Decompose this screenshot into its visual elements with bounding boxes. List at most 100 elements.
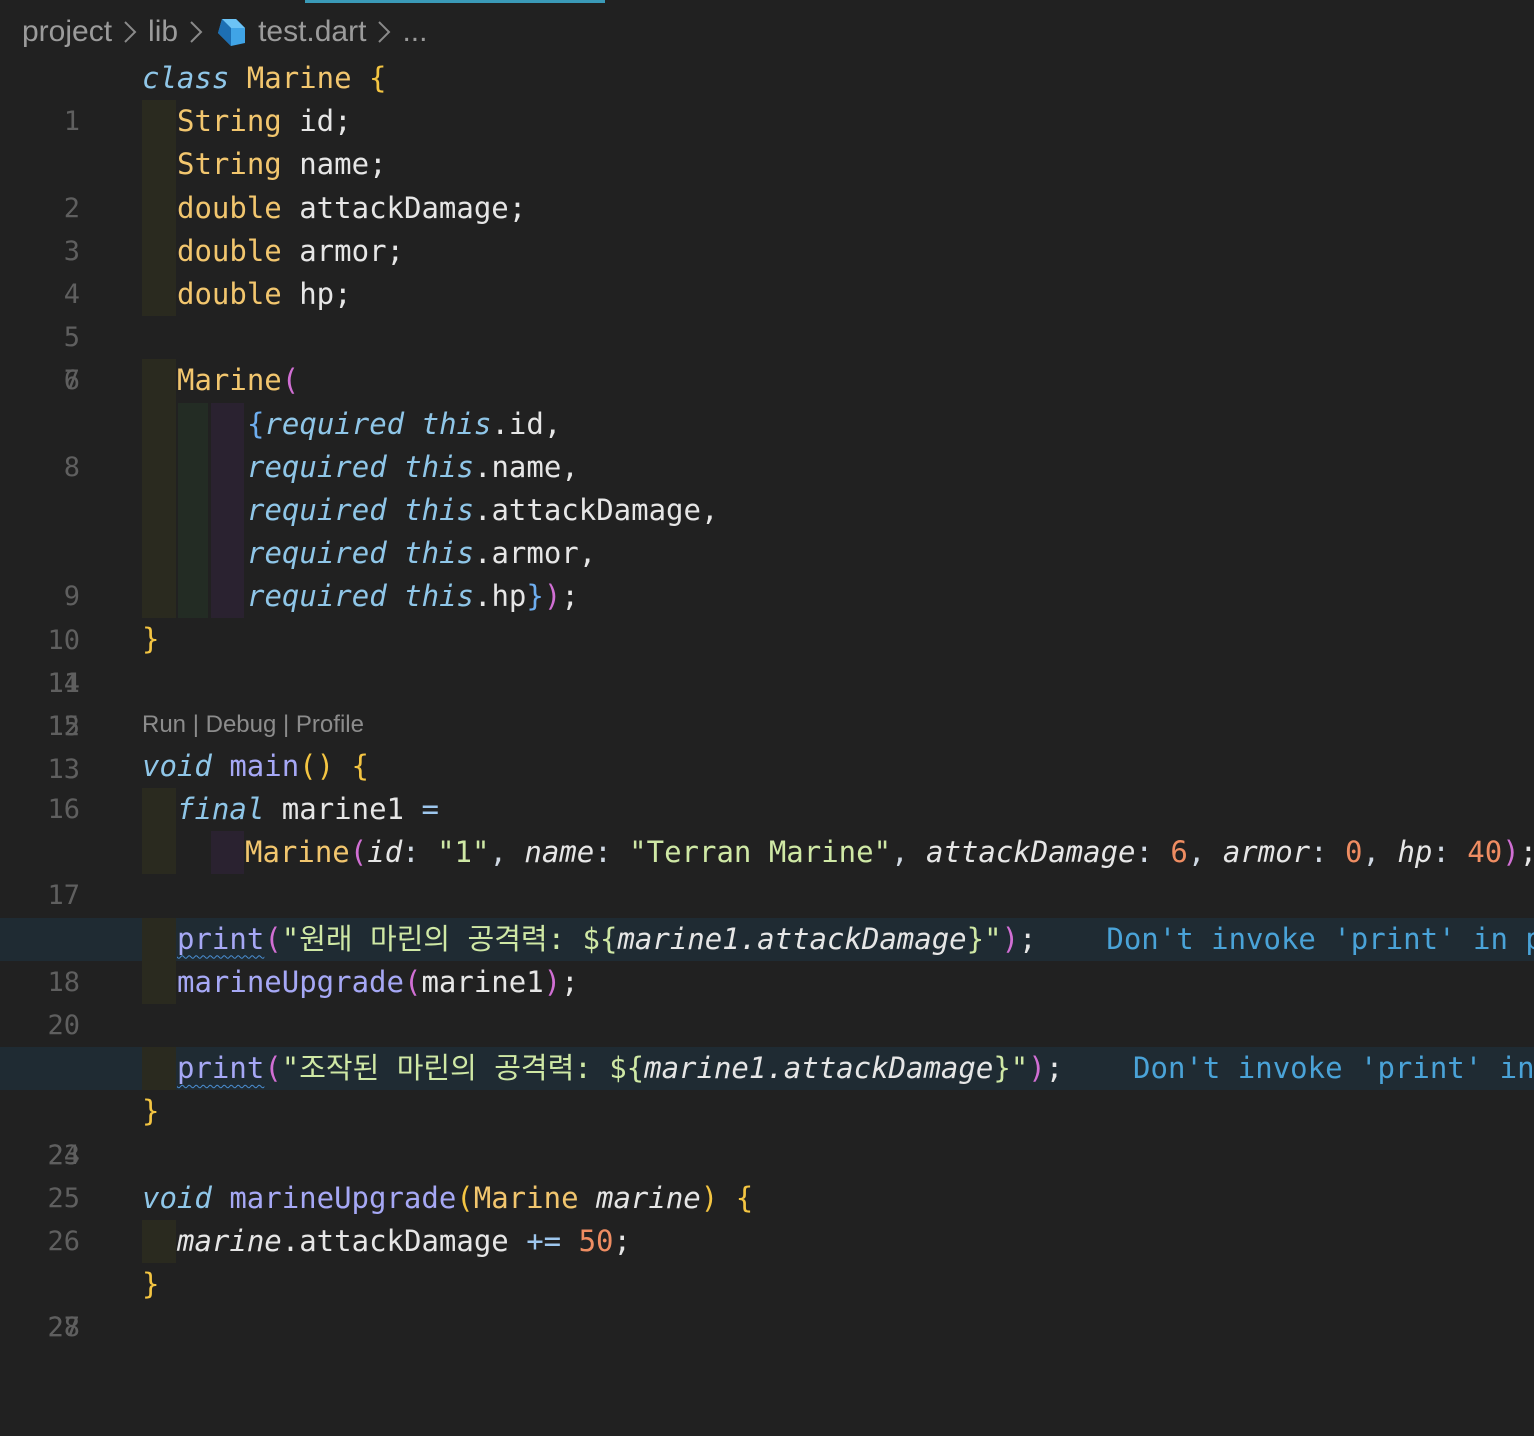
chevron-right-icon — [122, 19, 138, 45]
code-line-with-hint[interactable]: 23 print("조작된 마린의 공격력: ${marine1.attackD… — [0, 1047, 1534, 1171]
breadcrumb-ellipsis[interactable]: ... — [402, 15, 427, 49]
indent-guide — [211, 831, 244, 875]
code-editor[interactable]: 1 class Marine { 2 String id; 3 String n… — [0, 57, 1534, 1343]
lint-warning-squiggle: print — [177, 921, 265, 956]
code-text[interactable]: required this.name, — [247, 446, 579, 489]
indent-guide — [142, 1047, 176, 1091]
code-line[interactable]: 5 double armor; — [0, 229, 1534, 353]
code-text[interactable]: marine.attackDamage += 50; — [177, 1220, 631, 1263]
indent-guide — [142, 532, 176, 576]
indent-guide — [211, 532, 244, 576]
codelens-separator: | — [276, 710, 296, 738]
breadcrumb-project[interactable]: project — [22, 15, 112, 49]
indent-guide — [178, 445, 208, 489]
code-text[interactable]: String id; — [177, 100, 352, 143]
code-text[interactable]: } — [142, 1263, 159, 1306]
code-text[interactable]: required this.attackDamage, — [247, 489, 718, 532]
code-line[interactable]: 12 required this.armor, — [0, 532, 1534, 742]
indent-guide — [142, 100, 176, 144]
code-line[interactable]: 18 Marine(id: "1", name: "Terran Marine"… — [0, 831, 1534, 998]
indent-guide — [142, 229, 176, 273]
indent-guide — [142, 143, 176, 187]
indent-guide — [142, 359, 176, 403]
indent-guide — [142, 1219, 176, 1264]
code-line[interactable]: 28 } — [0, 1263, 1534, 1343]
indent-guide — [142, 488, 176, 533]
indent-guide — [142, 960, 176, 1004]
code-text[interactable]: class Marine { — [142, 57, 386, 100]
code-line[interactable]: 24 } — [0, 1090, 1534, 1170]
code-line[interactable]: 7 — [0, 316, 1534, 396]
profile-codelens-link[interactable]: Profile — [296, 711, 364, 738]
indent-guide — [142, 831, 176, 875]
code-text[interactable]: double hp; — [177, 273, 352, 316]
code-line[interactable]: 21 marineUpgrade(marine1); — [0, 960, 1534, 1084]
code-line[interactable]: 22 — [0, 1004, 1534, 1084]
code-line[interactable]: 15 — [0, 662, 1534, 742]
code-text[interactable]: void main() { — [142, 745, 369, 788]
code-text[interactable]: required this.hp}); — [247, 575, 579, 618]
indent-guide — [142, 575, 176, 619]
lint-warning-squiggle: print — [177, 1051, 265, 1086]
code-line-with-hint[interactable]: 20 print("원래 마린의 공격력: ${marine1.attackDa… — [0, 917, 1534, 1041]
indent-guide — [178, 488, 208, 533]
indent-guide — [142, 445, 176, 489]
indent-guide — [142, 402, 176, 446]
chevron-right-icon — [376, 19, 392, 45]
code-line[interactable]: 6 double hp; — [0, 272, 1534, 396]
code-line[interactable]: 3 String name; — [0, 143, 1534, 267]
code-line[interactable]: 16 void main() { — [0, 745, 1534, 825]
indent-guide — [211, 575, 244, 619]
code-text[interactable]: double attackDamage; — [177, 187, 526, 230]
line-number: 28 — [47, 1312, 80, 1344]
code-line[interactable]: 2 String id; — [0, 100, 1534, 224]
indent-guide — [211, 402, 244, 446]
code-line[interactable]: 13 required this.hp}); — [0, 575, 1534, 785]
inline-lint-hint: Don't invoke 'print' in pr — [1106, 921, 1534, 956]
code-text[interactable]: } — [142, 618, 159, 661]
code-line[interactable]: 17 final marine1 = — [0, 788, 1534, 911]
code-line[interactable]: 26 void marineUpgrade(Marine marine) { — [0, 1177, 1534, 1257]
indent-guide — [178, 575, 208, 619]
debug-codelens-link[interactable]: Debug — [206, 711, 277, 738]
code-text[interactable]: print("조작된 마린의 공격력: ${marine1.attackDama… — [177, 1047, 1534, 1090]
indent-guide — [178, 532, 208, 576]
run-codelens-link[interactable]: Run — [142, 711, 186, 738]
indent-guide — [142, 917, 176, 961]
code-text[interactable]: final marine1 = — [177, 788, 439, 831]
code-line[interactable]: 8 Marine( — [0, 359, 1534, 483]
chevron-right-icon — [188, 19, 204, 45]
breadcrumb: project lib test.dart ... — [22, 12, 427, 52]
codelens-separator: | — [186, 710, 206, 738]
code-line[interactable]: 25 — [0, 1134, 1534, 1214]
code-line[interactable]: 27 marine.attackDamage += 50; — [0, 1219, 1534, 1343]
code-text[interactable]: print("원래 마린의 공격력: ${marine1.attackDamag… — [177, 918, 1534, 961]
code-line[interactable]: 11 required this.attackDamage, — [0, 488, 1534, 699]
code-text[interactable]: } — [142, 1090, 159, 1133]
indent-guide — [178, 402, 208, 446]
breadcrumb-file[interactable]: test.dart — [258, 15, 366, 49]
code-text[interactable]: {required this.id, — [247, 403, 561, 446]
dart-icon — [214, 15, 248, 49]
code-line[interactable]: 10 required this.name, — [0, 445, 1534, 656]
code-text[interactable]: double armor; — [177, 230, 404, 273]
code-line[interactable]: 14 } — [0, 618, 1534, 698]
code-text[interactable]: Marine( — [177, 359, 299, 402]
indent-guide — [142, 186, 176, 230]
code-line[interactable]: 9 {required this.id, — [0, 402, 1534, 612]
code-text[interactable]: required this.armor, — [247, 532, 596, 575]
inline-lint-hint: Don't invoke 'print' in p — [1133, 1051, 1534, 1086]
code-text[interactable]: String name; — [177, 143, 387, 186]
indent-guide — [142, 272, 176, 317]
code-text[interactable]: marineUpgrade(marine1); — [177, 961, 579, 1004]
code-line[interactable]: 1 class Marine { — [0, 57, 1534, 137]
breadcrumb-lib[interactable]: lib — [148, 15, 178, 49]
active-tab-indicator — [305, 0, 605, 3]
code-text[interactable]: void marineUpgrade(Marine marine) { — [142, 1177, 753, 1220]
code-line[interactable]: 4 double attackDamage; — [0, 186, 1534, 310]
indent-guide — [142, 788, 176, 832]
code-line[interactable]: 19 — [0, 874, 1534, 955]
code-text[interactable]: Marine(id: "1", name: "Terran Marine", a… — [245, 831, 1534, 874]
indent-guide — [211, 445, 244, 489]
indent-guide — [211, 488, 244, 533]
